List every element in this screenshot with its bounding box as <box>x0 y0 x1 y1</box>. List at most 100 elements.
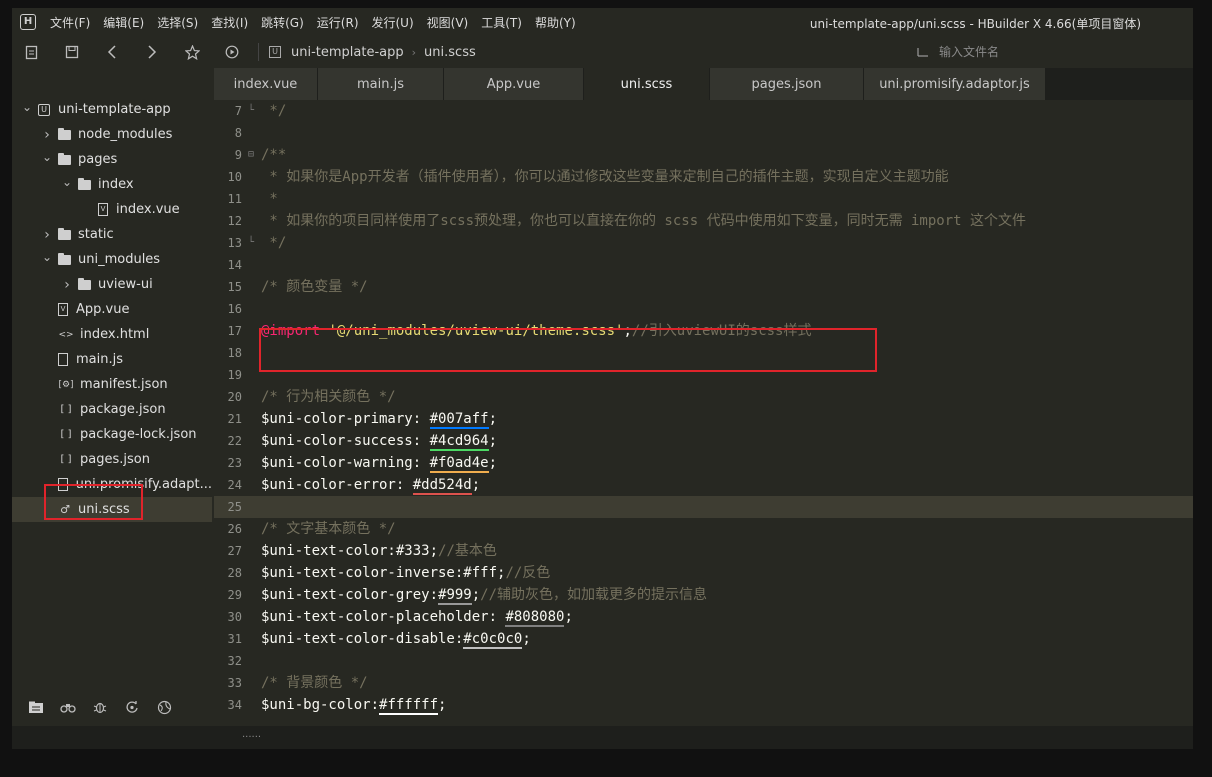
code-editor[interactable]: 34 $uni-bg-color:#ffffff; 33 /* 背景颜色 */ 32 31… <box>214 100 1193 726</box>
code-text: * <box>261 188 278 210</box>
menu-item-4[interactable]: 跳转(G) <box>261 14 304 31</box>
chevron-right-icon[interactable]: › <box>40 127 54 143</box>
code-token: /* 行为相关颜色 */ <box>261 389 396 405</box>
chevron-down-icon[interactable]: ⌄ <box>20 100 34 114</box>
tree-item-label: uni_modules <box>78 252 161 267</box>
menu-item-3[interactable]: 查找(I) <box>211 14 248 31</box>
back-arrow-icon[interactable] <box>92 38 132 66</box>
star-icon[interactable] <box>172 38 212 66</box>
chevron-right-icon[interactable]: › <box>40 227 54 243</box>
tree-item-app-vue[interactable]: V App.vue <box>12 297 212 322</box>
tree-item-pages[interactable]: ⌄ pages <box>12 147 212 172</box>
code-token: //辅助灰色，如加载更多的提示信息 <box>480 587 708 603</box>
code-line: 23 $uni-color-warning: #f0ad4e; <box>214 452 1193 474</box>
code-line: 27 $uni-text-color:#333;//基本色 <box>214 540 1193 562</box>
menu-item-9[interactable]: 帮助(Y) <box>535 14 576 31</box>
tree-item-label: package-lock.json <box>80 427 197 442</box>
code-line: 12 * 如果你的项目同样使用了scss预处理，你也可以直接在你的 scss 代… <box>214 210 1193 232</box>
chevron-down-icon[interactable]: ⌄ <box>40 250 54 264</box>
menu-item-6[interactable]: 发行(U) <box>372 14 414 31</box>
line-number: 26 <box>227 522 242 536</box>
code-token: ; <box>471 477 481 493</box>
fold-end-icon: └ <box>248 237 255 248</box>
forward-arrow-icon[interactable] <box>132 38 172 66</box>
tab-index-vue[interactable]: index.vue <box>214 68 318 100</box>
tree-item-main-js[interactable]: main.js <box>12 347 212 372</box>
tree-item-uni-modules[interactable]: ⌄ uni_modules <box>12 247 212 272</box>
code-line: 32 <box>214 650 1193 672</box>
code-line: 15 /* 颜色变量 */ <box>214 276 1193 298</box>
json-file-icon: [ ] <box>60 429 72 440</box>
code-line: 20 /* 行为相关颜色 */ <box>214 386 1193 408</box>
run-icon[interactable] <box>212 38 252 66</box>
tree-item-manifest-json[interactable]: [⚙] manifest.json <box>12 372 212 397</box>
menu-item-2[interactable]: 选择(S) <box>157 14 198 31</box>
new-file-icon[interactable] <box>12 38 52 66</box>
chevron-down-icon[interactable]: ⌄ <box>40 150 54 164</box>
breadcrumb-file[interactable]: uni.scss <box>424 45 476 60</box>
tree-item-uview-ui[interactable]: › uview-ui <box>12 272 212 297</box>
code-text: $uni-text-color-placeholder: #808080; <box>261 606 573 628</box>
chevron-down-icon[interactable]: ⌄ <box>60 175 74 189</box>
menu-item-5[interactable]: 运行(R) <box>317 14 359 31</box>
project-manager-icon[interactable] <box>20 701 52 718</box>
tree-item-node-modules[interactable]: › node_modules <box>12 122 212 147</box>
tree-item-package-json[interactable]: [ ] package.json <box>12 397 212 422</box>
code-text: /** <box>261 144 286 166</box>
git-icon[interactable] <box>116 700 148 718</box>
editor-tabs: index.vue main.js App.vue uni.scss pages.jso… <box>214 68 1193 100</box>
line-number: 11 <box>227 192 242 206</box>
debug-bug-icon[interactable] <box>84 700 116 718</box>
save-icon[interactable] <box>52 38 92 66</box>
code-text: */ <box>261 232 286 254</box>
code-token: $uni-color-warning: <box>261 455 430 471</box>
tree-item-static[interactable]: › static <box>12 222 212 247</box>
code-token: $uni-color-success: <box>261 433 430 449</box>
code-token: $uni-text-color-grey: <box>261 587 439 603</box>
code-token: //反色 <box>505 565 551 581</box>
line-number: 19 <box>227 368 242 382</box>
tab-pages-json[interactable]: pages.json <box>710 68 864 100</box>
tree-item-label: main.js <box>76 352 123 367</box>
color-value: #4cd964 <box>429 433 489 451</box>
tab-uni-scss[interactable]: uni.scss <box>584 68 710 100</box>
code-text: $uni-text-color-grey:#999;//辅助灰色，如加载更多的提… <box>261 584 707 606</box>
menu-item-7[interactable]: 视图(V) <box>427 14 469 31</box>
folder-icon <box>78 277 91 290</box>
tree-item-package-lock-json[interactable]: [ ] package-lock.json <box>12 422 212 447</box>
tree-item-index-html[interactable]: <> index.html <box>12 322 212 347</box>
color-value: #808080 <box>505 609 565 627</box>
code-text: $uni-text-color-disable:#c0c0c0; <box>261 628 531 650</box>
tree-item-index[interactable]: ⌄ index <box>12 172 212 197</box>
tree-item-label: pages <box>78 152 118 167</box>
tab-app-vue[interactable]: App.vue <box>444 68 584 100</box>
breadcrumb-project[interactable]: uni-template-app <box>291 45 404 60</box>
menu-item-0[interactable]: 文件(F) <box>50 14 90 31</box>
chevron-right-icon[interactable]: › <box>60 277 74 293</box>
code-token: ; <box>488 433 498 449</box>
line-number: 13 <box>227 236 242 250</box>
tab-uni-promisify-adaptor-js[interactable]: uni.promisify.adaptor.js <box>864 68 1046 100</box>
json-file-icon: [ ] <box>60 454 72 465</box>
file-search-input[interactable] <box>939 45 1159 59</box>
search-icon <box>917 45 929 60</box>
folder-icon <box>58 227 71 240</box>
tree-item-index-vue[interactable]: Vindex.vue <box>12 197 212 222</box>
browser-icon[interactable] <box>148 700 180 719</box>
line-number: 27 <box>227 544 242 558</box>
menu-item-8[interactable]: 工具(T) <box>481 14 522 31</box>
fold-collapse-icon[interactable]: ⊟ <box>248 144 254 166</box>
tab-main-js[interactable]: main.js <box>318 68 444 100</box>
code-text: /* 背景颜色 */ <box>261 672 368 694</box>
menu-item-1[interactable]: 编辑(E) <box>103 14 144 31</box>
tree-item-uni-template-app[interactable]: ⌄ Uuni-template-app <box>12 97 212 122</box>
line-number: 22 <box>227 434 242 448</box>
search-binoculars-icon[interactable] <box>52 701 84 717</box>
tree-item-label: static <box>78 227 114 242</box>
code-text: $uni-text-color-inverse:#fff;//反色 <box>261 562 550 584</box>
code-token: * <box>261 191 278 207</box>
code-line: 21 $uni-color-primary: #007aff; <box>214 408 1193 430</box>
code-line: 9 ⊟ /** <box>214 144 1193 166</box>
code-line: 8 <box>214 122 1193 144</box>
tree-item-pages-json[interactable]: [ ] pages.json <box>12 447 212 472</box>
